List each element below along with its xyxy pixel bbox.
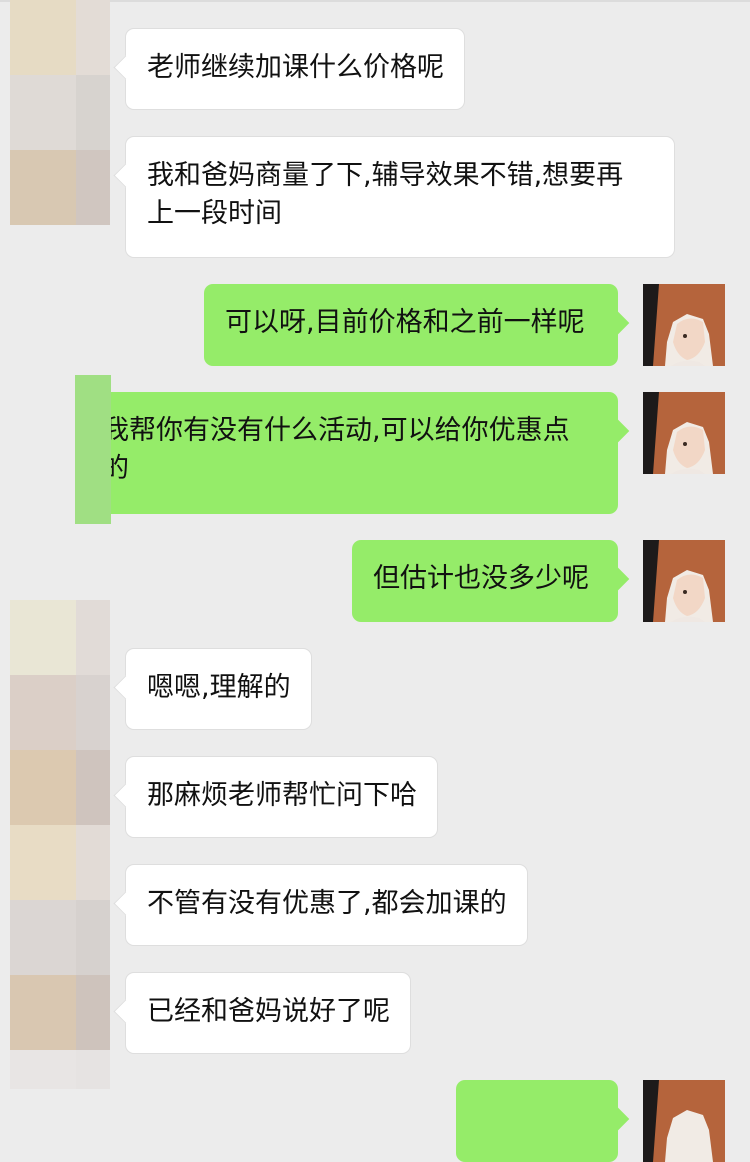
top-divider xyxy=(0,0,750,2)
user-photo-avatar-icon xyxy=(643,540,725,622)
selection-overlay xyxy=(75,375,111,524)
user-photo-avatar-icon xyxy=(643,1080,725,1162)
outgoing-message-bubble[interactable]: 我帮你有没有什么活动,可以给你优惠点 的 xyxy=(111,392,618,514)
user-photo-avatar-icon xyxy=(643,392,725,474)
user-photo-avatar-icon xyxy=(643,284,725,366)
incoming-message-bubble[interactable]: 不管有没有优惠了,都会加课的 xyxy=(125,864,528,946)
message-text-line: 我帮你有没有什么活动,可以给你优惠点 xyxy=(111,415,570,446)
message-text: 老师继续加课什么价格呢 xyxy=(147,52,444,83)
incoming-message-bubble[interactable]: 老师继续加课什么价格呢 xyxy=(125,28,465,110)
sender-avatar-mosaic[interactable] xyxy=(10,600,110,1089)
outgoing-message-bubble[interactable] xyxy=(456,1080,618,1162)
message-text-line: 上一段时间 xyxy=(147,198,282,229)
self-avatar[interactable] xyxy=(643,540,725,622)
message-text: 不管有没有优惠了,都会加课的 xyxy=(147,888,507,919)
message-text-line: 的 xyxy=(111,453,129,484)
incoming-message-bubble[interactable]: 已经和爸妈说好了呢 xyxy=(125,972,411,1054)
outgoing-message-bubble[interactable]: 可以呀,目前价格和之前一样呢 xyxy=(204,284,618,366)
message-text: 嗯嗯,理解的 xyxy=(147,672,291,703)
self-avatar[interactable] xyxy=(643,392,725,474)
incoming-message-bubble[interactable]: 那麻烦老师帮忙问下哈 xyxy=(125,756,438,838)
self-avatar[interactable] xyxy=(643,284,725,366)
message-text: 但估计也没多少呢 xyxy=(373,563,589,594)
message-text-line: 我和爸妈商量了下,辅导效果不错,想要再 xyxy=(147,160,624,191)
message-text: 可以呀,目前价格和之前一样呢 xyxy=(225,307,585,338)
self-avatar[interactable] xyxy=(643,1080,725,1162)
incoming-message-bubble[interactable]: 嗯嗯,理解的 xyxy=(125,648,312,730)
incoming-message-bubble[interactable]: 我和爸妈商量了下,辅导效果不错,想要再 上一段时间 xyxy=(125,136,675,258)
outgoing-message-bubble[interactable]: 但估计也没多少呢 xyxy=(352,540,618,622)
message-text: 那麻烦老师帮忙问下哈 xyxy=(147,780,417,811)
sender-avatar-mosaic[interactable] xyxy=(10,0,110,225)
message-text: 已经和爸妈说好了呢 xyxy=(147,996,390,1027)
outgoing-bubble-viewport: 我帮你有没有什么活动,可以给你优惠点 的 xyxy=(111,392,671,514)
